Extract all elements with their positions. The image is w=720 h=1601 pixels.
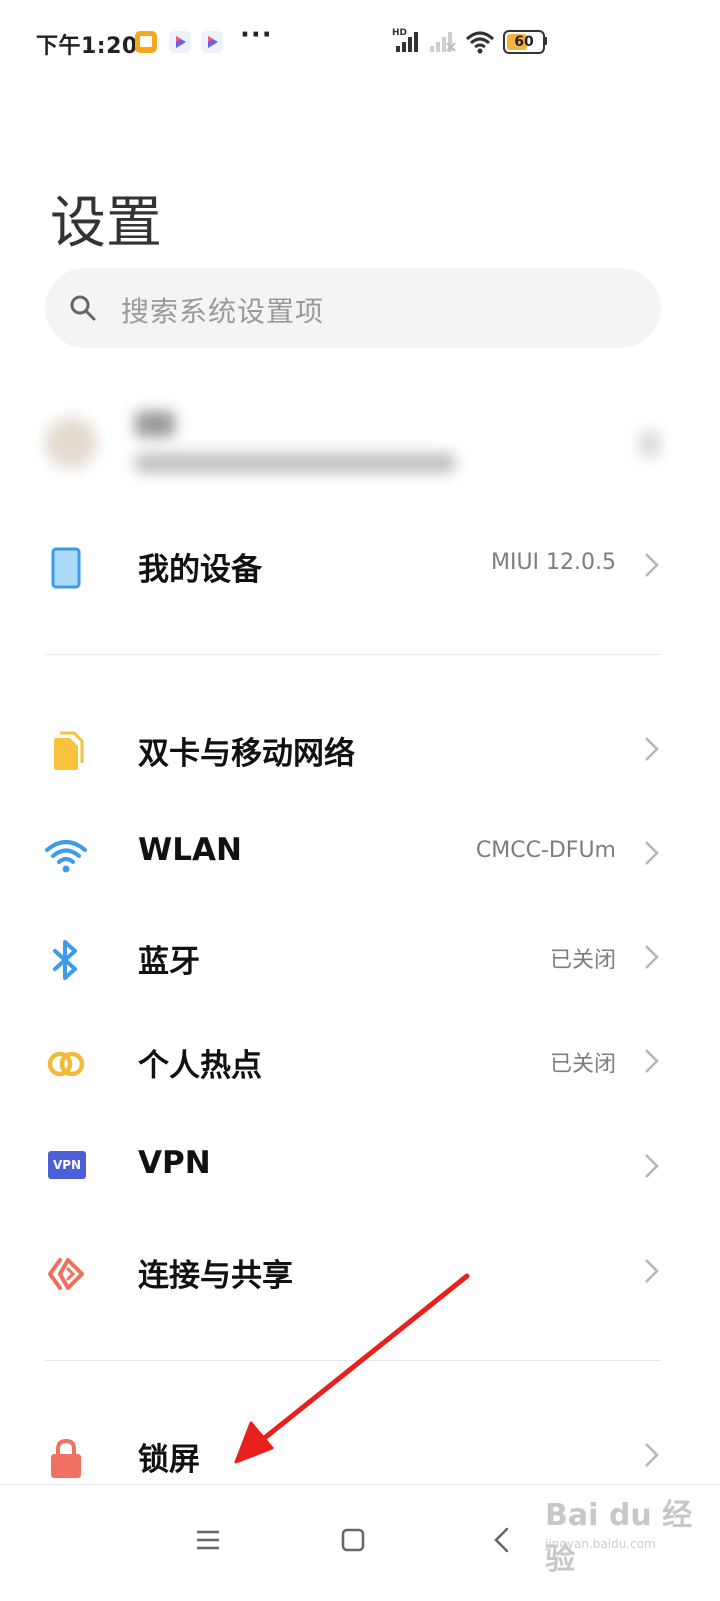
row-label: VPN [138,1145,211,1181]
chevron-right-icon [645,1049,659,1073]
chevron-right-icon [645,553,659,577]
row-connection-sharing[interactable]: 连接与共享 [0,1218,720,1322]
wifi-icon [45,840,87,873]
vpn-icon: VPN [48,1151,86,1179]
video-app-icon-2 [201,31,223,53]
battery-tip [544,37,547,45]
row-wlan[interactable]: WLAN CMCC-DFUm [0,800,720,904]
row-dual-sim[interactable]: 双卡与移动网络 [0,696,720,800]
chevron-right-icon [645,945,659,969]
row-label: 个人热点 [138,1048,262,1084]
account-subtitle [135,453,455,473]
watermark-url: jingyan.baidu.com [545,1537,656,1551]
chevron-right-icon [645,737,659,761]
back-icon[interactable] [487,1525,517,1555]
battery-level: 60 [514,34,534,50]
row-label: 我的设备 [138,552,262,588]
notification-app-icon [135,31,157,53]
avatar [45,417,97,469]
row-label: 双卡与移动网络 [138,736,355,772]
divider [45,654,661,655]
wifi-status-icon [465,31,495,54]
home-icon[interactable] [338,1525,368,1555]
row-label: 锁屏 [138,1442,200,1478]
more-notifications-icon: ··· [240,20,273,50]
row-bluetooth[interactable]: 蓝牙 已关闭 [0,904,720,1008]
row-my-device[interactable]: 我的设备 MIUI 12.0.5 [0,512,720,616]
row-label: 连接与共享 [138,1258,293,1294]
hotspot-icon [47,1051,85,1077]
sim-card-icon [54,731,84,770]
row-label: WLAN [138,832,242,868]
watermark-logo: Bai du 经验 [545,1498,693,1577]
row-label: 蓝牙 [138,944,200,980]
search-bar[interactable]: 搜索系统设置项 [45,268,661,348]
account-row[interactable] [0,395,720,505]
search-placeholder: 搜索系统设置项 [121,295,325,328]
status-bar: 下午1:20 ··· HD 60 [0,0,720,86]
divider [45,1360,661,1361]
account-name [135,411,175,437]
signal-icon [396,32,418,52]
battery-icon: 60 [503,30,545,54]
search-icon [70,295,96,321]
row-value: 已关闭 [549,1052,616,1077]
page-title: 设置 [50,191,162,256]
row-hotspot[interactable]: 个人热点 已关闭 [0,1008,720,1112]
row-vpn[interactable]: VPN VPN [0,1113,720,1217]
video-app-icon [169,31,191,53]
vpn-badge-text: VPN [52,1158,82,1172]
menu-icon[interactable] [193,1525,223,1555]
chevron-right-icon [645,1154,659,1178]
chevron-right-icon [645,1443,659,1467]
account-chevron-icon [640,431,660,457]
row-value: CMCC-DFUm [475,838,616,863]
row-value: 已关闭 [549,948,616,973]
bluetooth-icon [53,940,77,980]
device-icon [51,547,81,589]
row-value: MIUI 12.0.5 [490,550,616,575]
chevron-right-icon [645,841,659,865]
lock-icon [51,1438,81,1478]
chevron-right-icon [645,1259,659,1283]
share-icon [48,1258,84,1290]
signal-off-icon [430,32,456,52]
status-time: 下午1:20 [36,34,138,59]
